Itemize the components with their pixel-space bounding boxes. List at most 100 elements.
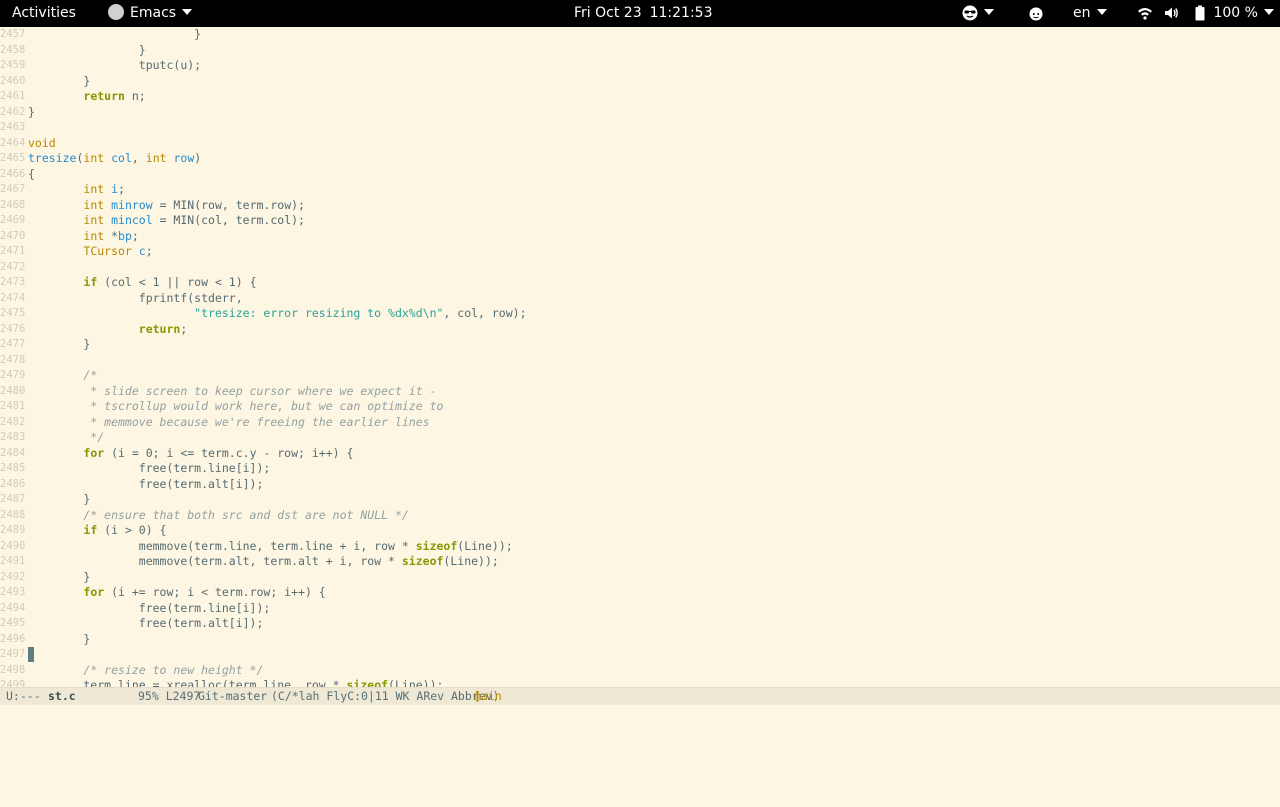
line-number: 2479 [0,369,26,381]
code-line[interactable]: 2497 [0,647,1280,663]
code-line[interactable]: 2486 free(term.alt[i]); [0,477,1280,493]
chevron-down-icon [1263,9,1274,15]
code-line[interactable]: 2491 memmove(term.alt, term.alt + i, row… [0,554,1280,570]
code-line[interactable]: 2494 free(term.line[i]); [0,601,1280,617]
code-line[interactable]: 2460 } [0,74,1280,90]
code-text: } [28,631,91,646]
line-number: 2472 [0,260,26,273]
battery-icon [1195,5,1205,21]
code-line[interactable]: 2487 } [0,492,1280,508]
battery-percent: 100 % [1213,5,1258,21]
input-language-menu[interactable]: en [1073,0,1107,27]
app-menu[interactable]: Emacs [108,0,193,27]
wifi-icon[interactable] [1137,0,1153,27]
code-text: } [28,337,91,351]
code-line[interactable]: 2466{ [0,167,1280,183]
user-indicator[interactable] [1028,0,1044,27]
modeline-state: U:--- [6,689,41,703]
line-number: 2490 [0,539,26,552]
code-line[interactable]: 2483 */ [0,430,1280,446]
clock[interactable]: Fri Oct 23 11:21:53 [574,0,713,27]
code-line[interactable]: 2464 void [0,136,1280,152]
code-line[interactable]: 2463 [0,120,1280,136]
code-line[interactable]: 2493 for (i += row; i < term.row; i++) { [0,585,1280,601]
clock-time: 11:21:53 [649,5,713,21]
code-line[interactable]: 2469 int mincol = MIN(col, term.col); [0,213,1280,229]
code-line[interactable]: 2467 int i; [0,182,1280,198]
modeline-buffer-name[interactable]: st.c [48,688,76,705]
code-line[interactable]: 2484 for (i = 0; i <= term.c.y - row; i+… [0,446,1280,462]
battery-indicator[interactable]: 100 % [1195,0,1274,27]
code-text: * slide screen to keep cursor where we e… [28,383,437,398]
code-text: { [28,166,35,181]
line-number: 2480 [0,384,26,397]
code-line[interactable]: 2498 /* resize to new height */ [0,663,1280,679]
line-number: 2483 [0,431,26,443]
code-line[interactable]: 2479 /* [0,368,1280,384]
modeline-vc-branch[interactable]: Git-master [198,688,267,705]
code-line[interactable]: 2489 if (i > 0) { [0,523,1280,539]
language-label: en [1073,5,1091,21]
code-line[interactable]: 2468 int minrow = MIN(row, term.row); [0,198,1280,214]
line-number: 2470 [0,229,26,242]
code-text: tresize(int col, int row) [28,151,202,165]
code-text: /* [83,368,98,382]
line-number: 2493 [0,586,26,598]
code-line[interactable]: 2457 } [0,27,1280,43]
code-text: } [28,569,91,584]
line-number: 2492 [0,570,26,583]
code-text: for (i = 0; i <= term.c.y - row; i++) { [83,445,354,460]
code-text: /* resize to new height */ [83,662,264,677]
code-line[interactable]: 2476 return; [0,322,1280,338]
line-number: 2497 [0,648,26,660]
line-number: 2489 [0,524,26,536]
code-line[interactable]: 2470 int *bp; [0,229,1280,245]
code-line[interactable]: 2490 memmove(term.line, term.line + i, r… [0,539,1280,555]
code-text: fprintf(stderr, [28,290,243,305]
line-number: 2486 [0,477,26,490]
code-text: "tresize: error resizing to %dx%d\n", co… [194,306,527,320]
line-number: 2460 [0,74,26,87]
code-text: free(term.alt[i]); [28,476,264,491]
code-line[interactable]: 2488 /* ensure that both src and dst are… [0,508,1280,524]
activities-button[interactable]: Activities [12,0,76,27]
code-line[interactable]: 2475 "tresize: error resizing to %dx%d\n… [0,306,1280,322]
code-editor[interactable]: 2457 } 2458 } 2459 tputc(u); 2460 } 2461 ret… [0,27,1280,687]
minibuffer[interactable] [0,705,1280,720]
code-line[interactable]: 2473 if (col < 1 || row < 1) { [0,275,1280,291]
code-line[interactable]: 2481 * tscrollup would work here, but we… [0,399,1280,415]
code-line[interactable]: 2482 * memmove because we're freeing the… [0,415,1280,431]
code-line[interactable]: 2471 TCursor c; [0,244,1280,260]
line-number: 2488 [0,508,26,521]
code-line[interactable]: 2492 } [0,570,1280,586]
code-line[interactable]: 2465 tresize(int col, int row) [0,151,1280,167]
emoji-menu[interactable] [962,0,994,27]
code-text: */ [28,430,105,444]
code-line[interactable]: 2478 [0,353,1280,369]
modeline-modes[interactable]: (C/*lah FlyC:0|11 WK ARev Abbrev) [271,688,499,705]
code-text: return; [138,321,188,336]
code-line[interactable]: 2477 } [0,337,1280,353]
line-number: 2471 [0,245,26,257]
line-number: 2466 [0,167,26,180]
code-line[interactable]: 2461 return n; [0,89,1280,105]
code-line[interactable]: 2485 free(term.line[i]); [0,461,1280,477]
code-line[interactable]: 2499 term.line = xrealloc(term.line, row… [0,678,1280,687]
code-line[interactable]: 2458 } [0,43,1280,59]
line-number: 2498 [0,663,26,676]
code-text: int minrow = MIN(row, term.row); [83,197,305,212]
face-icon [1028,5,1044,21]
line-number: 2474 [0,291,26,304]
code-text: for (i += row; i < term.row; i++) { [83,585,326,599]
code-line[interactable]: 2459 tputc(u); [0,58,1280,74]
code-line[interactable]: 2474 fprintf(stderr, [0,291,1280,307]
code-line[interactable]: 2472 [0,260,1280,276]
line-number: 2459 [0,59,26,71]
code-text: } [28,27,202,41]
code-line[interactable]: 2495 free(term.alt[i]); [0,616,1280,632]
line-number: 2495 [0,617,26,629]
code-line[interactable]: 2462} [0,105,1280,121]
volume-icon[interactable] [1163,0,1179,27]
code-line[interactable]: 2480 * slide screen to keep cursor where… [0,384,1280,400]
code-line[interactable]: 2496 } [0,632,1280,648]
